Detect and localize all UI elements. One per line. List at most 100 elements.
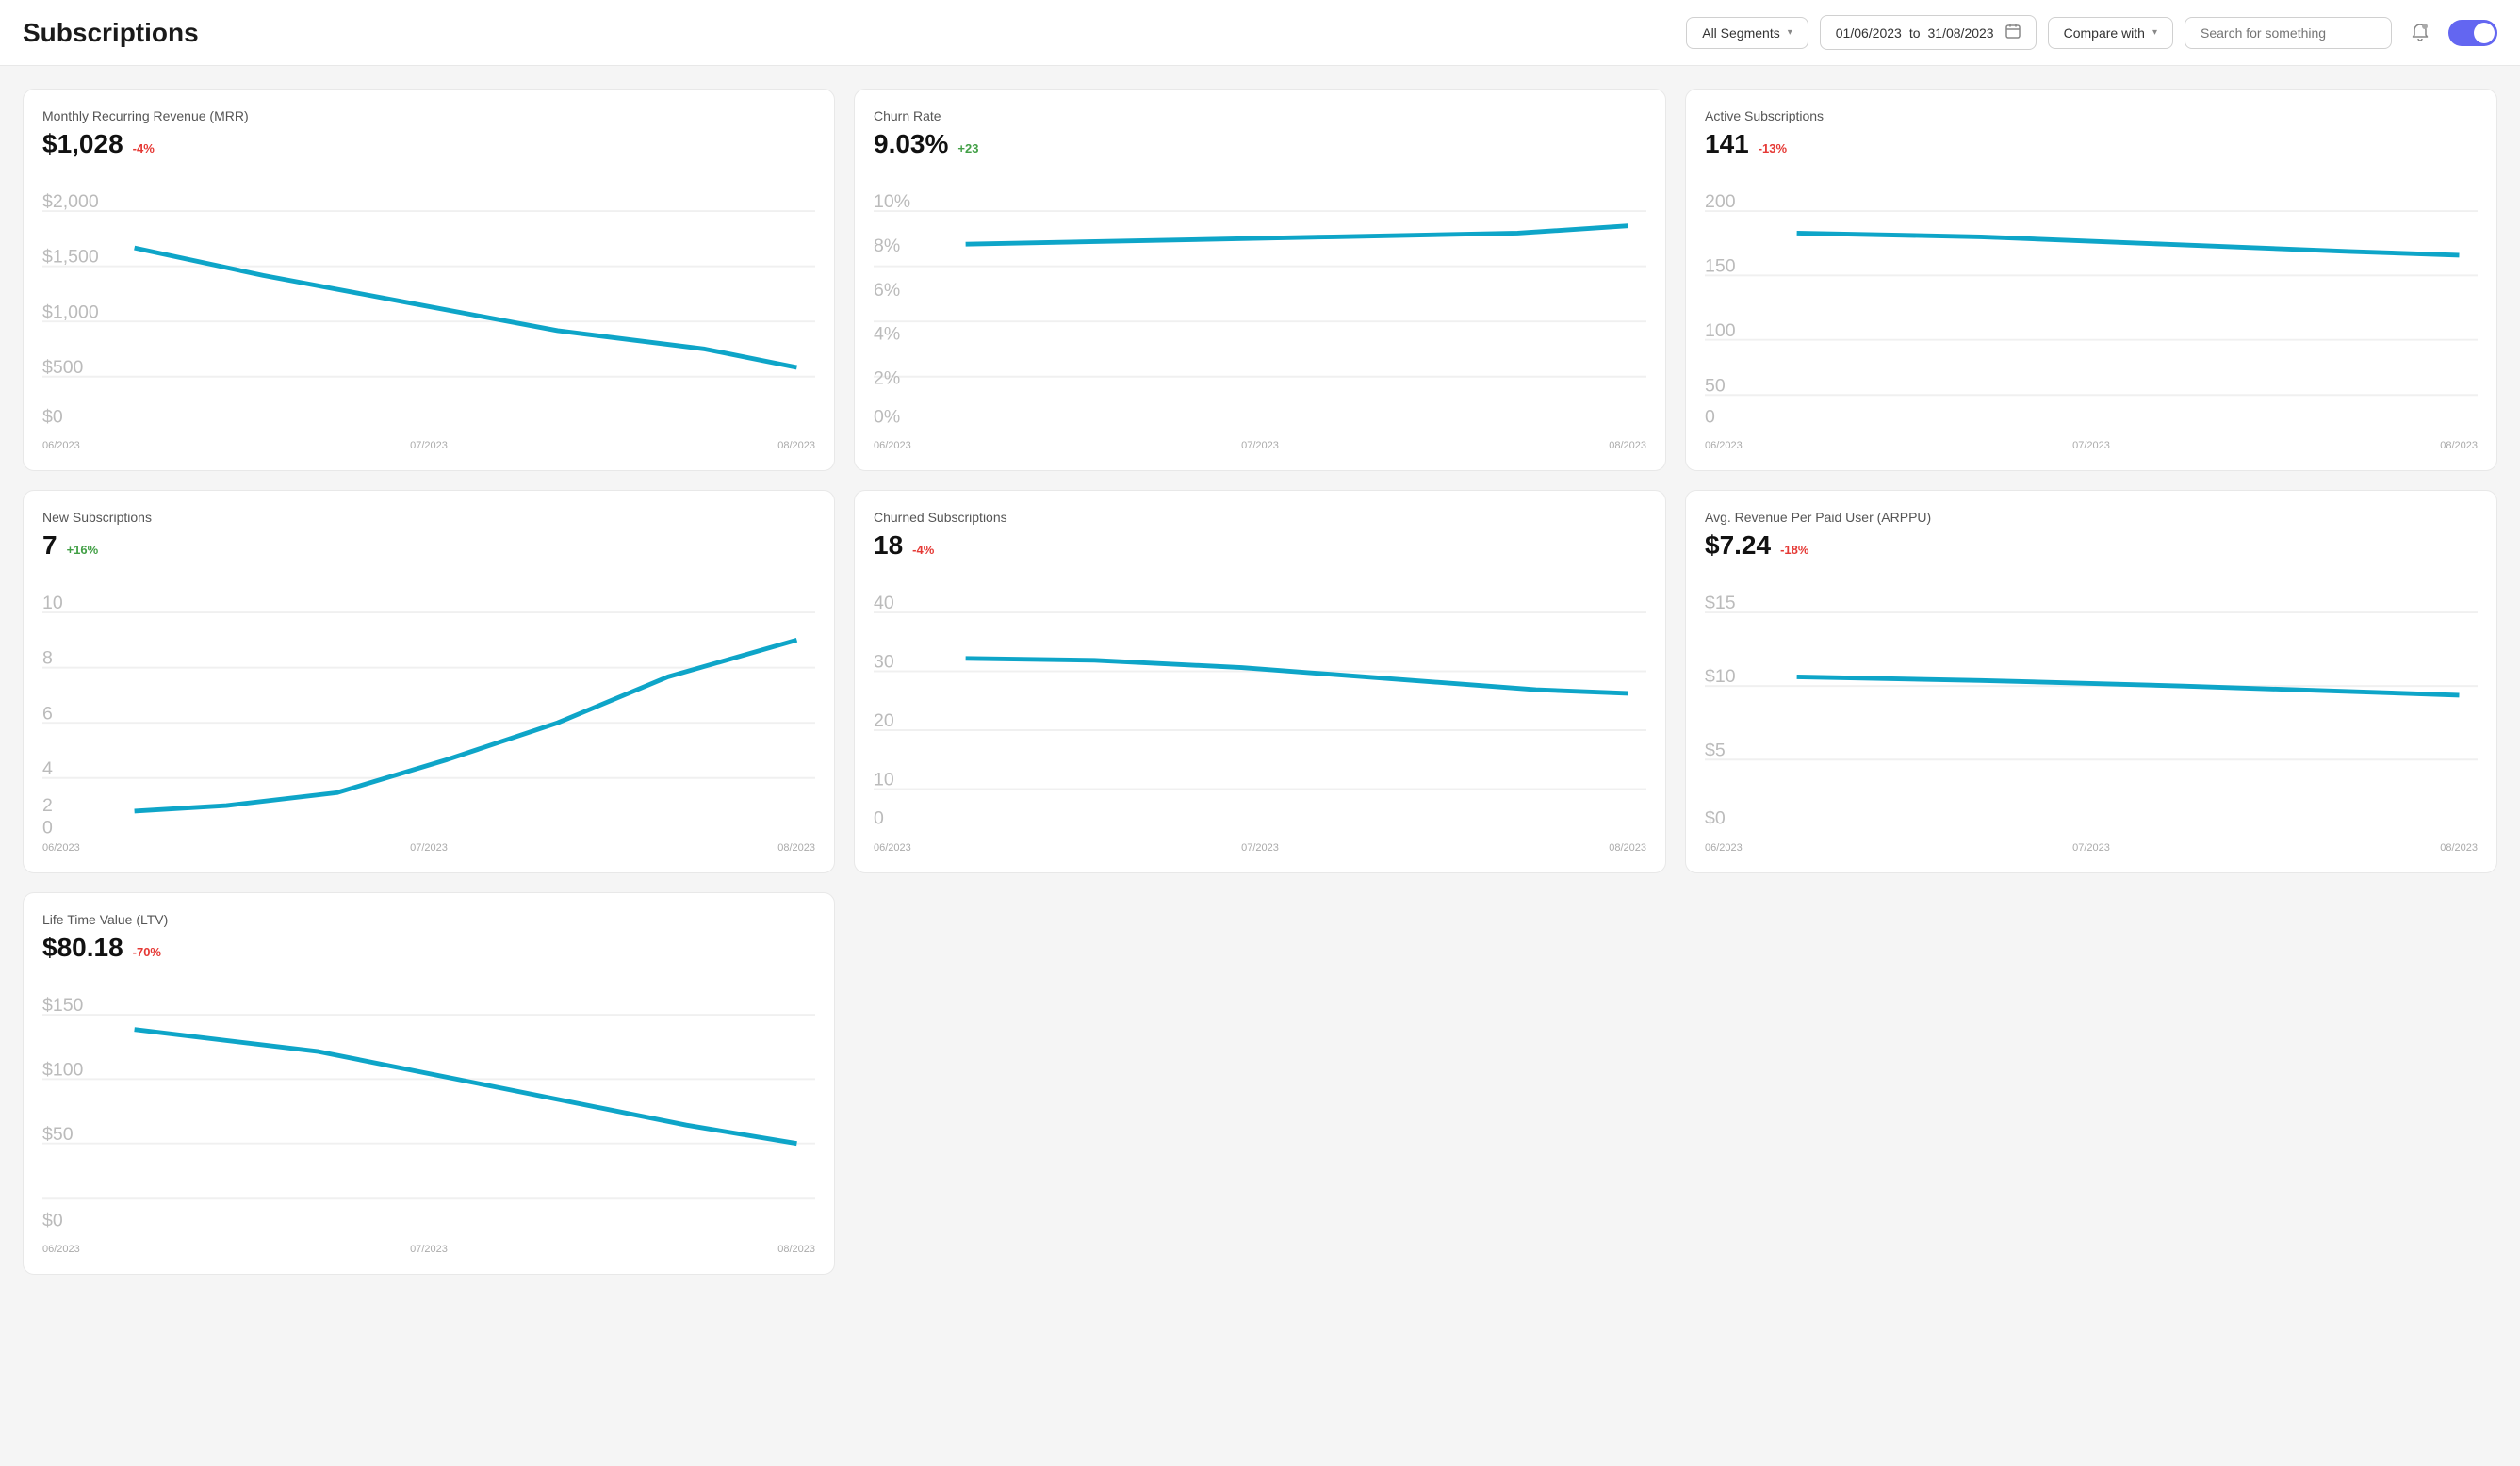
svg-text:$1,000: $1,000 xyxy=(42,301,99,322)
date-range-picker[interactable]: 01/06/2023 to 31/08/2023 xyxy=(1820,15,2037,50)
active-subs-title: Active Subscriptions xyxy=(1705,108,2478,123)
compare-label: Compare with xyxy=(2064,25,2145,41)
churn-chart-wrapper: 10% 8% 6% 4% 2% 0% xyxy=(874,174,1646,436)
new-subs-badge: +16% xyxy=(67,543,99,557)
svg-text:0: 0 xyxy=(1705,407,1715,428)
svg-text:$15: $15 xyxy=(1705,593,1736,613)
arppu-x-labels: 06/2023 07/2023 08/2023 xyxy=(1705,842,2478,854)
mrr-value: $1,028 xyxy=(42,129,123,159)
new-subs-chart-wrapper: 10 8 6 4 2 0 xyxy=(42,576,815,838)
svg-text:2%: 2% xyxy=(874,368,900,389)
ltv-chart-wrapper: $150 $100 $50 $0 xyxy=(42,978,815,1240)
svg-text:$100: $100 xyxy=(42,1059,84,1080)
search-input[interactable] xyxy=(2185,17,2392,49)
svg-text:$1,500: $1,500 xyxy=(42,247,99,268)
svg-text:6: 6 xyxy=(42,704,53,725)
churn-badge: +23 xyxy=(957,141,978,155)
churned-subs-x-labels: 06/2023 07/2023 08/2023 xyxy=(874,842,1646,854)
svg-text:$500: $500 xyxy=(42,357,84,378)
calendar-icon xyxy=(2005,24,2021,41)
ltv-x-labels: 06/2023 07/2023 08/2023 xyxy=(42,1244,815,1255)
mrr-chart-wrapper: $2,000 $1,500 $1,000 $500 $0 xyxy=(42,174,815,436)
new-subs-chart: 10 8 6 4 2 0 xyxy=(42,576,815,833)
churned-subs-badge: -4% xyxy=(912,543,934,557)
mrr-chart: $2,000 $1,500 $1,000 $500 $0 xyxy=(42,174,815,432)
compare-dropdown[interactable]: Compare with ▾ xyxy=(2048,17,2173,49)
date-from: 01/06/2023 xyxy=(1836,25,1902,41)
svg-text:4%: 4% xyxy=(874,324,900,345)
active-subs-chart-wrapper: 200 150 100 50 0 xyxy=(1705,174,2478,436)
churn-value-row: 9.03% +23 xyxy=(874,129,1646,159)
dashboard-grid: Monthly Recurring Revenue (MRR) $1,028 -… xyxy=(0,66,2520,1297)
svg-text:6%: 6% xyxy=(874,280,900,301)
svg-text:150: 150 xyxy=(1705,255,1736,276)
svg-text:0: 0 xyxy=(874,808,884,829)
svg-text:100: 100 xyxy=(1705,320,1736,341)
new-subs-value: 7 xyxy=(42,530,57,561)
ltv-badge: -70% xyxy=(133,945,161,959)
churned-subs-chart-wrapper: 40 30 20 10 0 xyxy=(874,576,1646,838)
svg-text:2: 2 xyxy=(42,795,53,816)
svg-text:$5: $5 xyxy=(1705,741,1726,761)
active-subs-card: Active Subscriptions 141 -13% 200 150 10… xyxy=(1685,89,2497,471)
churned-subs-title: Churned Subscriptions xyxy=(874,510,1646,525)
svg-text:0%: 0% xyxy=(874,407,900,428)
notification-bell[interactable] xyxy=(2403,16,2437,50)
arppu-value-row: $7.24 -18% xyxy=(1705,530,2478,561)
svg-text:50: 50 xyxy=(1705,375,1726,396)
churned-subs-value-row: 18 -4% xyxy=(874,530,1646,561)
mrr-title: Monthly Recurring Revenue (MRR) xyxy=(42,108,815,123)
chevron-down-icon-compare: ▾ xyxy=(2152,27,2157,38)
svg-text:$0: $0 xyxy=(42,1210,63,1230)
page-header: Subscriptions All Segments ▾ 01/06/2023 … xyxy=(0,0,2520,66)
arppu-value: $7.24 xyxy=(1705,530,1771,561)
ltv-value-row: $80.18 -70% xyxy=(42,933,815,963)
svg-text:$150: $150 xyxy=(42,995,84,1016)
active-subs-badge: -13% xyxy=(1759,141,1787,155)
svg-text:10: 10 xyxy=(874,770,894,790)
new-subs-card: New Subscriptions 7 +16% 10 8 6 4 2 0 06… xyxy=(23,490,835,872)
churn-chart: 10% 8% 6% 4% 2% 0% xyxy=(874,174,1646,432)
churned-subs-chart: 40 30 20 10 0 xyxy=(874,576,1646,833)
active-subs-chart: 200 150 100 50 0 xyxy=(1705,174,2478,432)
svg-text:$0: $0 xyxy=(42,407,63,428)
churned-subs-card: Churned Subscriptions 18 -4% 40 30 20 10… xyxy=(854,490,1666,872)
mrr-value-row: $1,028 -4% xyxy=(42,129,815,159)
active-subs-x-labels: 06/2023 07/2023 08/2023 xyxy=(1705,440,2478,451)
svg-text:$10: $10 xyxy=(1705,667,1736,688)
churn-card: Churn Rate 9.03% +23 10% 8% 6% 4% 2% 0% … xyxy=(854,89,1666,471)
svg-text:0: 0 xyxy=(42,818,53,834)
svg-text:8%: 8% xyxy=(874,236,900,256)
theme-toggle[interactable] xyxy=(2448,20,2497,46)
arppu-card: Avg. Revenue Per Paid User (ARPPU) $7.24… xyxy=(1685,490,2497,872)
svg-text:$50: $50 xyxy=(42,1123,74,1144)
mrr-card: Monthly Recurring Revenue (MRR) $1,028 -… xyxy=(23,89,835,471)
arppu-title: Avg. Revenue Per Paid User (ARPPU) xyxy=(1705,510,2478,525)
date-separator: to xyxy=(1909,25,1921,41)
svg-text:$0: $0 xyxy=(1705,808,1726,829)
arppu-chart: $15 $10 $5 $0 xyxy=(1705,576,2478,833)
svg-text:10%: 10% xyxy=(874,191,910,212)
new-subs-x-labels: 06/2023 07/2023 08/2023 xyxy=(42,842,815,854)
churned-subs-value: 18 xyxy=(874,530,903,561)
ltv-value: $80.18 xyxy=(42,933,123,963)
header-controls: All Segments ▾ 01/06/2023 to 31/08/2023 … xyxy=(1686,15,2497,50)
mrr-badge: -4% xyxy=(133,141,155,155)
svg-text:10: 10 xyxy=(42,593,63,613)
arppu-badge: -18% xyxy=(1780,543,1808,557)
new-subs-value-row: 7 +16% xyxy=(42,530,815,561)
svg-text:4: 4 xyxy=(42,758,53,779)
ltv-title: Life Time Value (LTV) xyxy=(42,912,815,927)
mrr-x-labels: 06/2023 07/2023 08/2023 xyxy=(42,440,815,451)
churn-x-labels: 06/2023 07/2023 08/2023 xyxy=(874,440,1646,451)
active-subs-value-row: 141 -13% xyxy=(1705,129,2478,159)
churn-value: 9.03% xyxy=(874,129,948,159)
svg-text:40: 40 xyxy=(874,593,894,613)
segment-label: All Segments xyxy=(1702,25,1779,41)
new-subs-title: New Subscriptions xyxy=(42,510,815,525)
date-to: 31/08/2023 xyxy=(1928,25,1994,41)
churn-title: Churn Rate xyxy=(874,108,1646,123)
svg-text:200: 200 xyxy=(1705,191,1736,212)
segment-dropdown[interactable]: All Segments ▾ xyxy=(1686,17,1808,49)
svg-text:20: 20 xyxy=(874,710,894,731)
